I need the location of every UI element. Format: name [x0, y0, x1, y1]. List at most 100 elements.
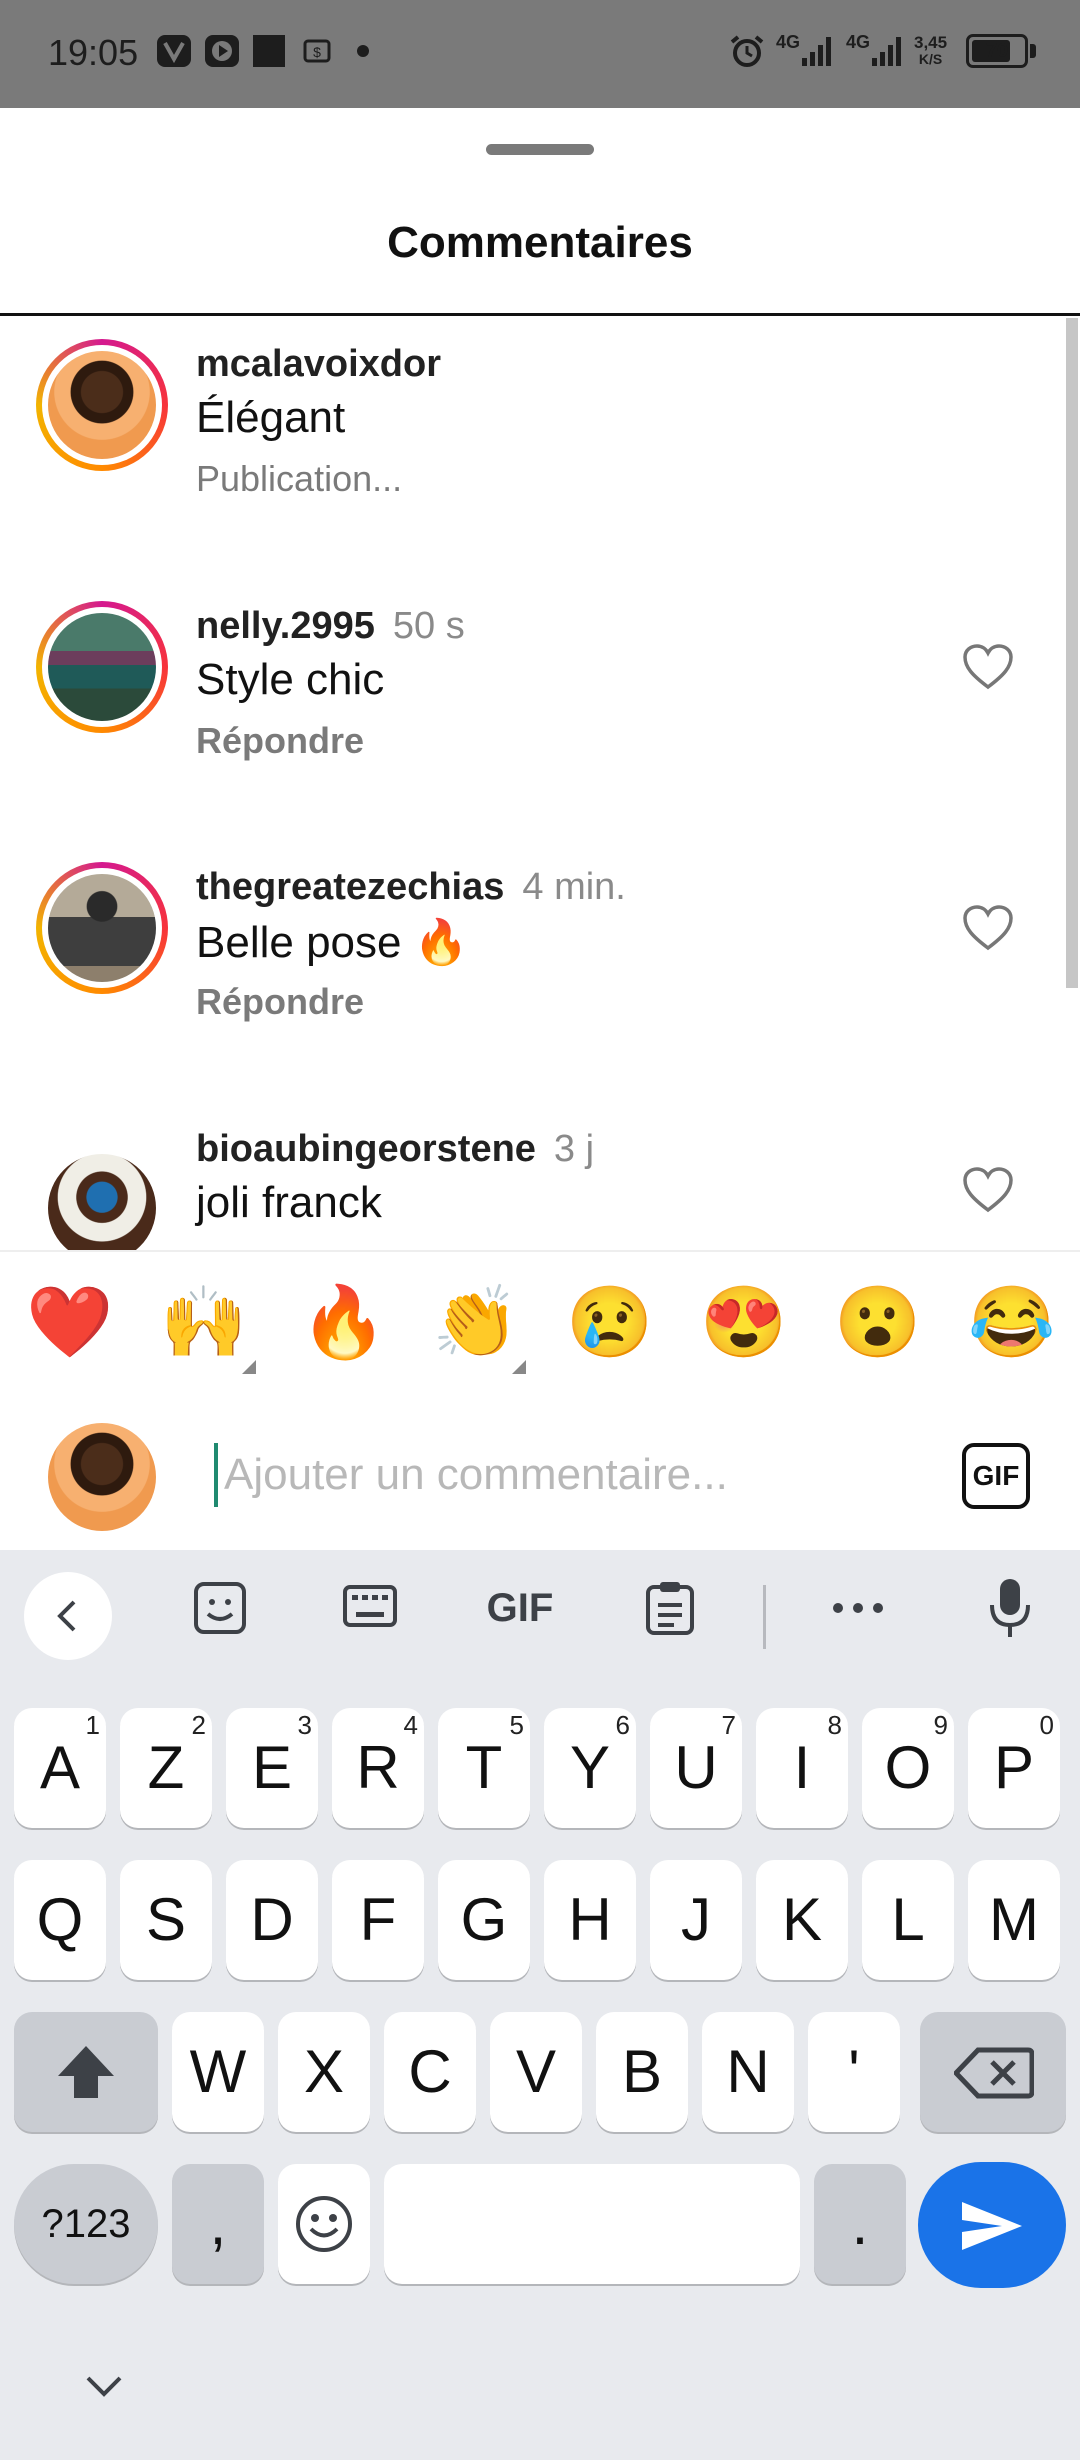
avatar[interactable]: [36, 601, 168, 733]
avatar[interactable]: [36, 339, 168, 471]
reaction-heart[interactable]: ❤️: [26, 1282, 113, 1362]
reaction-variants-indicator: [512, 1360, 526, 1374]
alarm-icon: [730, 35, 764, 67]
key-i[interactable]: I8: [756, 1708, 848, 1828]
reaction-variants-indicator: [242, 1360, 256, 1374]
comment-item: mcalavoixdor Élégant Publication...: [0, 333, 1040, 583]
sticker-button[interactable]: [188, 1576, 252, 1640]
reaction-raising-hands[interactable]: 🙌: [160, 1282, 247, 1362]
key-s[interactable]: S: [120, 1860, 212, 1980]
like-heart-icon[interactable]: [962, 643, 1014, 691]
key-a[interactable]: A1: [14, 1708, 106, 1828]
key-apostrophe[interactable]: ': [808, 2012, 900, 2132]
comment-time: 3 j: [553, 1128, 595, 1170]
key-h[interactable]: H: [544, 1860, 636, 1980]
key-m[interactable]: M: [968, 1860, 1060, 1980]
avatar-photo: [48, 874, 156, 982]
symbols-key[interactable]: ?123: [14, 2164, 158, 2284]
shift-key[interactable]: [14, 2012, 158, 2132]
shift-arrow-icon: [58, 2046, 114, 2098]
key-r[interactable]: R4: [332, 1708, 424, 1828]
reply-button[interactable]: Répondre: [196, 981, 364, 1023]
clipboard-button[interactable]: [638, 1576, 702, 1640]
microphone-icon: [990, 1579, 1030, 1637]
send-arrow-icon: [962, 2202, 1022, 2250]
sheet-title: Commentaires: [387, 218, 693, 267]
battery-icon: 70: [966, 34, 1028, 68]
voice-input-button[interactable]: [980, 1576, 1040, 1640]
signal-2-label: 4G: [846, 32, 871, 52]
scrollbar[interactable]: [1066, 318, 1078, 988]
like-heart-icon[interactable]: [962, 1166, 1014, 1214]
hide-keyboard-button[interactable]: [84, 2374, 124, 2405]
send-key[interactable]: [918, 2162, 1066, 2288]
comment-username[interactable]: thegreatezechias 4 min.: [196, 866, 626, 909]
avatar[interactable]: [36, 862, 168, 994]
toolbar-divider: [763, 1585, 766, 1649]
more-options-button[interactable]: [828, 1576, 888, 1640]
reply-button[interactable]: Répondre: [196, 720, 364, 762]
sticker-icon: [194, 1582, 246, 1634]
status-bar: 19:05 $ 4G 4G 3,45 K/S 70: [0, 0, 1080, 108]
key-f[interactable]: F: [332, 1860, 424, 1980]
comma-key[interactable]: ,: [172, 2164, 264, 2284]
comment-username-text: nelly.2995: [196, 605, 375, 647]
period-key[interactable]: .: [814, 2164, 906, 2284]
comment-username[interactable]: bioaubingeorstene 3 j: [196, 1128, 594, 1171]
key-l[interactable]: L: [862, 1860, 954, 1980]
key-p[interactable]: P0: [968, 1708, 1060, 1828]
gif-button[interactable]: GIF: [962, 1443, 1030, 1509]
sheet-drag-handle[interactable]: [486, 144, 594, 155]
key-z[interactable]: Z2: [120, 1708, 212, 1828]
comment-status: Publication...: [196, 458, 403, 499]
title-divider: [0, 313, 1080, 316]
comment-username-text: bioaubingeorstene: [196, 1128, 536, 1170]
reaction-fire[interactable]: 🔥: [300, 1282, 387, 1362]
key-c[interactable]: C: [384, 2012, 476, 2132]
battery-tip: [1030, 44, 1036, 58]
comment-composer: GIF: [0, 1395, 1080, 1550]
key-q[interactable]: Q: [14, 1860, 106, 1980]
key-x[interactable]: X: [278, 2012, 370, 2132]
comment-time: 4 min.: [522, 866, 626, 908]
key-u[interactable]: U7: [650, 1708, 742, 1828]
key-n[interactable]: N: [702, 2012, 794, 2132]
comment-input[interactable]: [214, 1443, 924, 1507]
keyboard-gif-button[interactable]: GIF: [480, 1576, 560, 1640]
comment-username[interactable]: nelly.2995 50 s: [196, 605, 465, 648]
key-v[interactable]: V: [490, 2012, 582, 2132]
backspace-key[interactable]: [920, 2012, 1066, 2132]
reaction-clapping[interactable]: 👏: [432, 1282, 519, 1362]
key-k[interactable]: K: [756, 1860, 848, 1980]
avatar[interactable]: [48, 1154, 156, 1250]
like-heart-icon[interactable]: [962, 904, 1014, 952]
comment-username[interactable]: mcalavoixdor: [196, 343, 441, 386]
keyboard-back-button[interactable]: [24, 1572, 112, 1660]
reaction-crying[interactable]: 😢: [566, 1282, 653, 1362]
reaction-laughing[interactable]: 😂: [968, 1282, 1055, 1362]
key-b[interactable]: B: [596, 2012, 688, 2132]
reaction-heart-eyes[interactable]: 😍: [700, 1282, 787, 1362]
key-t[interactable]: T5: [438, 1708, 530, 1828]
reaction-surprised[interactable]: 😮: [834, 1282, 921, 1362]
key-y[interactable]: Y6: [544, 1708, 636, 1828]
svg-text:$: $: [313, 44, 321, 60]
comment-time: 50 s: [392, 605, 465, 647]
comment-text: Style chic: [196, 655, 385, 704]
key-o[interactable]: O9: [862, 1708, 954, 1828]
chevron-left-icon: [57, 1600, 76, 1632]
space-key[interactable]: [384, 2164, 800, 2284]
key-w[interactable]: W: [172, 2012, 264, 2132]
comment-item: nelly.2995 50 s Style chic Répondre: [0, 595, 1040, 845]
key-d[interactable]: D: [226, 1860, 318, 1980]
avatar: [48, 1423, 156, 1531]
emoji-key[interactable]: [278, 2164, 370, 2284]
key-j[interactable]: J: [650, 1860, 742, 1980]
key-e[interactable]: E3: [226, 1708, 318, 1828]
status-time: 19:05: [48, 32, 139, 73]
battery-level: 70: [985, 40, 1009, 62]
key-g[interactable]: G: [438, 1860, 530, 1980]
keyboard-mode-button[interactable]: [338, 1576, 402, 1640]
keyboard: GIF A1 Z2 E3 R4 T5 Y6 U7 I8 O9 P0 Q S D …: [0, 1550, 1080, 2460]
more-dots-icon: [833, 1603, 883, 1613]
